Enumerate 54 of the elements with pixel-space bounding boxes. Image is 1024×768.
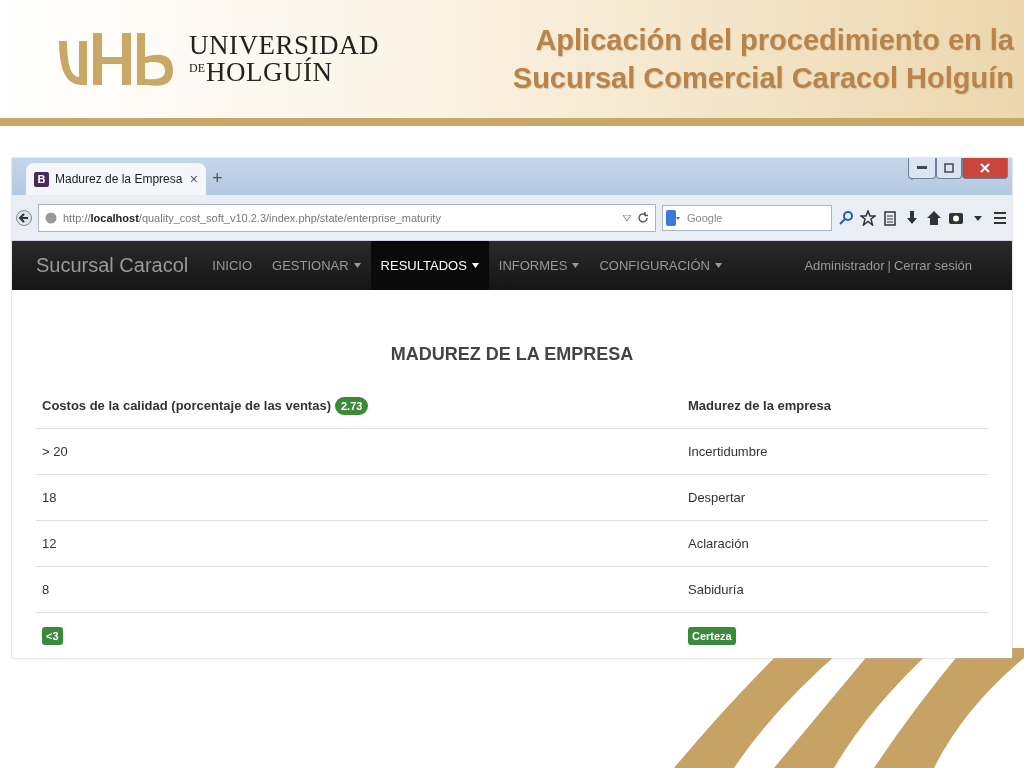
new-tab-button[interactable]: + bbox=[212, 168, 223, 190]
caret-icon bbox=[572, 263, 580, 269]
highlight-label: <3 bbox=[42, 626, 63, 645]
caret-icon bbox=[714, 263, 722, 269]
back-icon[interactable] bbox=[16, 209, 32, 226]
star-icon[interactable] bbox=[860, 209, 876, 226]
slide-title: Aplicación del procedimiento en la bbox=[535, 23, 1014, 58]
close-button[interactable] bbox=[962, 158, 1008, 179]
close-icon bbox=[980, 163, 990, 173]
page-heading: MADUREZ DE LA EMPRESA bbox=[389, 344, 635, 365]
highlight-label: Certeza bbox=[688, 626, 736, 645]
close-tab-button[interactable]: × bbox=[189, 171, 198, 188]
home-icon[interactable] bbox=[926, 209, 942, 226]
nav-item[interactable]: INFORMES bbox=[488, 241, 590, 290]
tab-title: Madurez de la Empresa bbox=[55, 172, 184, 187]
table-cell: 8 bbox=[42, 582, 50, 597]
university-name-prefix: DE bbox=[189, 62, 205, 74]
slide-title: Sucursal Comercial Caracol Holguín bbox=[512, 61, 1014, 96]
dropdown-icon[interactable] bbox=[623, 214, 631, 221]
nav-item[interactable]: GESTIONAR bbox=[262, 241, 371, 290]
search-icon[interactable] bbox=[838, 209, 854, 226]
separator: | bbox=[887, 258, 891, 274]
caret-icon bbox=[353, 263, 361, 269]
table-cell: 18 bbox=[42, 490, 57, 505]
maximize-icon bbox=[944, 163, 954, 173]
download-icon[interactable] bbox=[904, 209, 920, 226]
column-header: Madurez de la empresa bbox=[688, 398, 832, 413]
browser-tab[interactable]: B Madurez de la Empresa × bbox=[26, 163, 206, 196]
nav-item[interactable]: INICIO bbox=[202, 241, 263, 290]
search-engine-icon[interactable] bbox=[666, 209, 680, 226]
favicon: B bbox=[34, 171, 49, 187]
minimize-button[interactable] bbox=[908, 158, 936, 179]
address-bar[interactable]: http://localhost/quality_cost_soft_v10.2.3/index.php/state/enterprise_maturity bbox=[38, 203, 656, 232]
university-name: HOLGUÍN bbox=[206, 59, 333, 86]
search-field[interactable]: Google bbox=[662, 204, 832, 231]
column-header: Costos de la calidad (porcentaje de las ventas) bbox=[42, 398, 331, 413]
table-cell: 12 bbox=[42, 536, 57, 551]
table-cell: Despertar bbox=[688, 490, 746, 505]
table-cell: Incertidumbre bbox=[688, 444, 768, 459]
logout-link[interactable]: Cerrar sesión bbox=[893, 258, 972, 274]
menu-icon[interactable] bbox=[992, 209, 1008, 226]
table-cell: Sabiduría bbox=[688, 582, 744, 597]
nav-item[interactable]: RESULTADOS bbox=[370, 241, 489, 290]
minimize-icon bbox=[917, 166, 927, 170]
caret-icon bbox=[471, 263, 479, 269]
maximize-button[interactable] bbox=[936, 158, 962, 179]
clipboard-icon[interactable] bbox=[882, 209, 898, 226]
nav-item[interactable]: CONFIGURACIÓN bbox=[589, 241, 732, 290]
table-cell: > 20 bbox=[42, 444, 68, 459]
user-link[interactable]: Administrador bbox=[804, 258, 885, 274]
reload-icon[interactable] bbox=[637, 211, 649, 224]
value-badge: 2.73 bbox=[335, 396, 369, 415]
brand-link[interactable]: Sucursal Caracol bbox=[36, 241, 189, 290]
table-cell: Aclaración bbox=[688, 536, 749, 551]
